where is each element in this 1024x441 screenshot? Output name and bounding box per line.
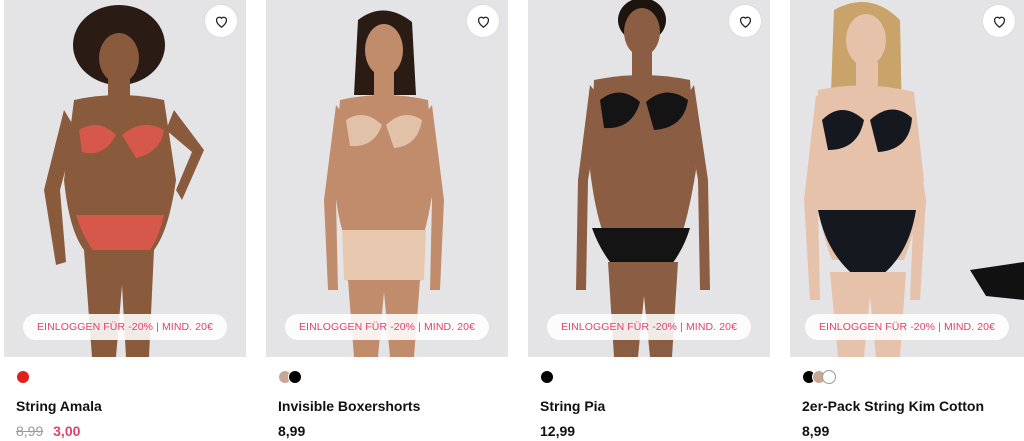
heart-outline-icon bbox=[477, 16, 489, 28]
model-figure bbox=[804, 2, 1024, 357]
color-swatches bbox=[278, 370, 302, 385]
product-name[interactable]: String Amala bbox=[16, 398, 102, 414]
product-image[interactable] bbox=[266, 0, 508, 357]
login-discount-badge[interactable]: EINLOGGEN FÜR -20% | MIND. 20€ bbox=[546, 314, 752, 340]
color-swatch-black[interactable] bbox=[288, 370, 302, 384]
product-image[interactable] bbox=[790, 0, 1024, 357]
product-card[interactable]: EINLOGGEN FÜR -20% | MIND. 20€ 2er-Pack … bbox=[790, 0, 1024, 441]
product-image[interactable] bbox=[528, 0, 770, 357]
model-figure bbox=[576, 0, 710, 357]
heart-outline-icon bbox=[739, 16, 751, 28]
regular-price: 8,99 bbox=[802, 423, 830, 439]
login-discount-badge[interactable]: EINLOGGEN FÜR -20% | MIND. 20€ bbox=[804, 314, 1010, 340]
product-name[interactable]: 2er-Pack String Kim Cotton bbox=[802, 398, 984, 414]
wishlist-button[interactable] bbox=[205, 5, 237, 37]
login-discount-badge[interactable]: EINLOGGEN FÜR -20% | MIND. 20€ bbox=[284, 314, 490, 340]
original-price: 8,99 bbox=[16, 423, 44, 439]
product-image[interactable] bbox=[4, 0, 246, 357]
product-card[interactable]: EINLOGGEN FÜR -20% | MIND. 20€ Invisible… bbox=[266, 0, 508, 441]
product-name[interactable]: String Pia bbox=[540, 398, 605, 414]
product-card[interactable]: EINLOGGEN FÜR -20% | MIND. 20€ String Pi… bbox=[528, 0, 770, 441]
wishlist-button[interactable] bbox=[729, 5, 761, 37]
heart-outline-icon bbox=[215, 16, 227, 28]
price: 8,99 bbox=[802, 423, 829, 439]
regular-price: 12,99 bbox=[540, 423, 576, 439]
color-swatches bbox=[16, 370, 30, 385]
color-swatch-white[interactable] bbox=[822, 370, 836, 384]
product-card[interactable]: EINLOGGEN FÜR -20% | MIND. 20€ String Am… bbox=[4, 0, 246, 441]
price: 8,99 3,00 bbox=[16, 423, 80, 439]
product-name[interactable]: Invisible Boxershorts bbox=[278, 398, 420, 414]
sale-price: 3,00 bbox=[53, 423, 81, 439]
model-figure bbox=[324, 10, 444, 357]
wishlist-button[interactable] bbox=[983, 5, 1015, 37]
heart-outline-icon bbox=[993, 16, 1005, 28]
regular-price: 8,99 bbox=[278, 423, 306, 439]
color-swatches bbox=[802, 370, 836, 385]
color-swatch-black[interactable] bbox=[540, 370, 554, 384]
model-figure bbox=[44, 5, 204, 357]
color-swatch-red[interactable] bbox=[16, 370, 30, 384]
price: 8,99 bbox=[278, 423, 305, 439]
price: 12,99 bbox=[540, 423, 575, 439]
wishlist-button[interactable] bbox=[467, 5, 499, 37]
login-discount-badge[interactable]: EINLOGGEN FÜR -20% | MIND. 20€ bbox=[22, 314, 228, 340]
color-swatches bbox=[540, 370, 554, 385]
